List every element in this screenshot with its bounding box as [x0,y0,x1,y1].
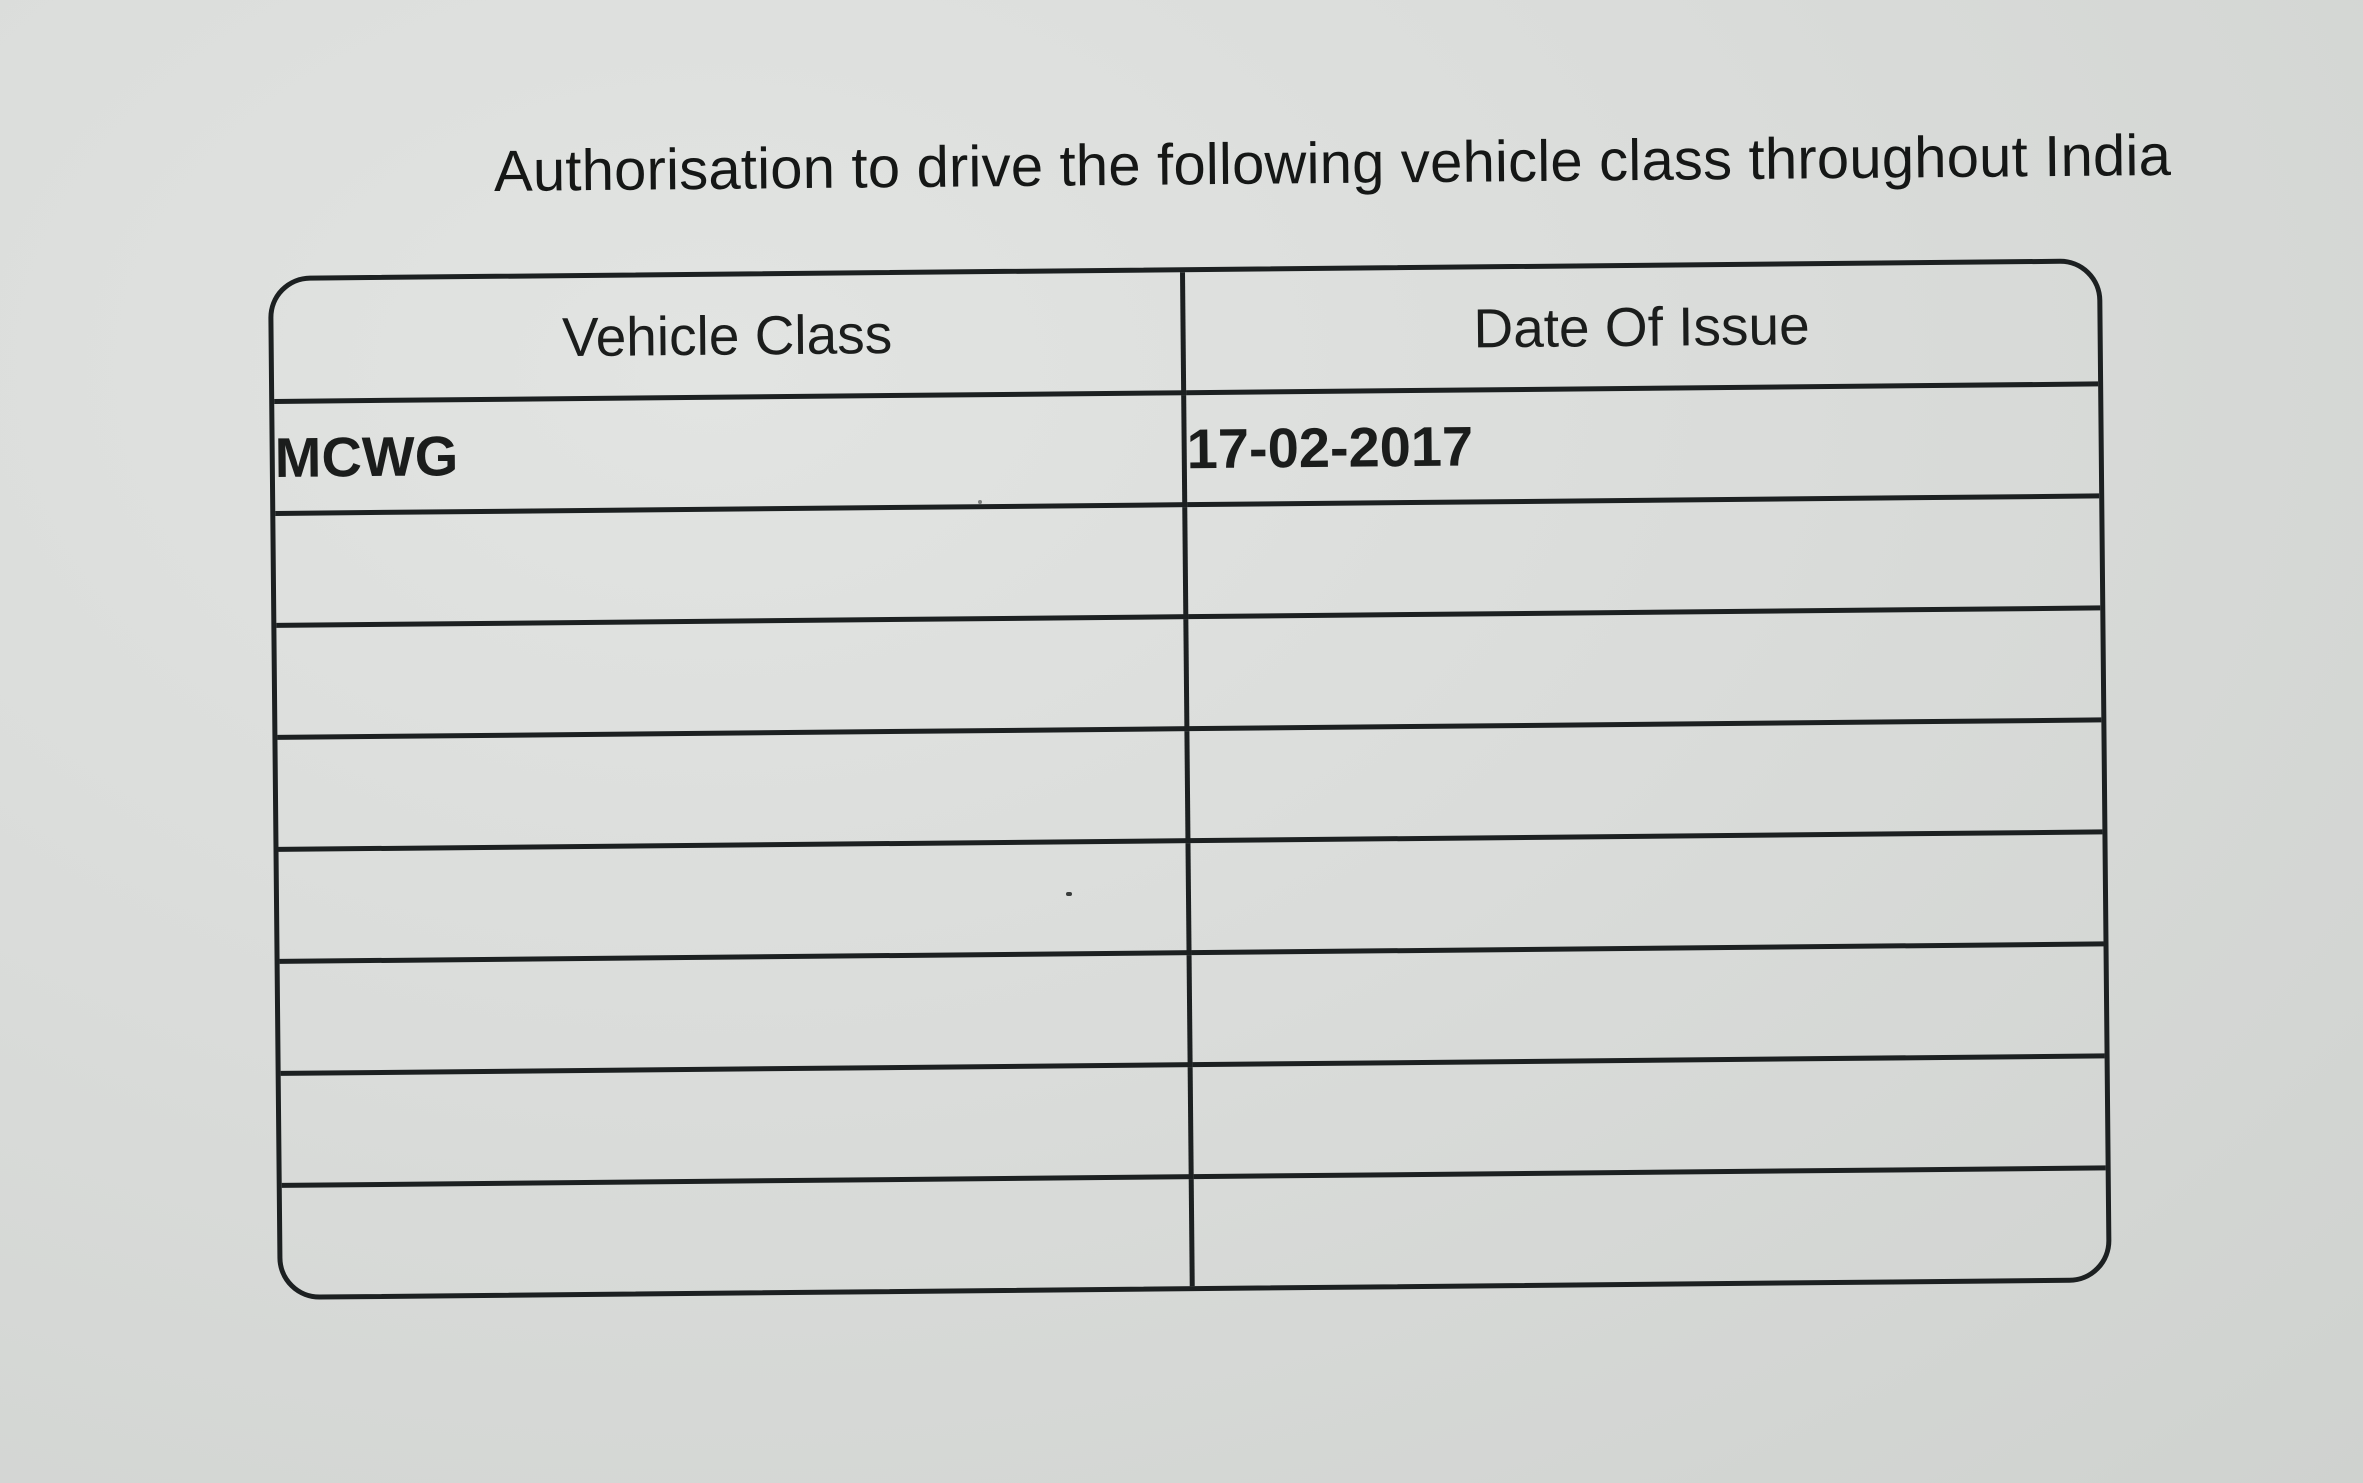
date-of-issue-cell [1189,722,2103,844]
date-of-issue-cell [1187,498,2101,620]
vehicle-class-table: Vehicle Class Date Of Issue MCWG 17-02-2… [268,258,2112,1300]
vehicle-class-cell [277,731,1191,852]
licence-card-back: Authorisation to drive the following veh… [0,0,2363,1483]
authorisation-heading: Authorisation to drive the following veh… [493,122,2172,204]
vehicle-class-cell [278,843,1192,964]
table-header-row: Vehicle Class Date Of Issue [273,263,2099,404]
date-of-issue-cell [1188,610,2102,732]
vehicle-class-table-container: Vehicle Class Date Of Issue MCWG 17-02-2… [268,258,2112,1300]
column-header-date-of-issue: Date Of Issue [1185,263,2099,396]
date-of-issue-cell [1192,1058,2106,1180]
dust-speck [978,500,982,504]
vehicle-class-cell [275,507,1189,628]
date-of-issue-cell [1190,834,2104,956]
table-row [277,722,2103,852]
vehicle-class-cell [276,619,1190,740]
vehicle-class-cell: MCWG [274,395,1188,516]
table-row [281,1170,2107,1295]
table-row [278,834,2104,964]
table-row [275,498,2101,628]
date-of-issue-cell [1191,946,2105,1068]
table-row [279,946,2105,1076]
date-of-issue-cell [1194,1170,2107,1286]
vehicle-class-cell [280,1067,1194,1188]
table-row [276,610,2102,740]
table-row: MCWG 17-02-2017 [274,386,2100,516]
column-header-vehicle-class: Vehicle Class [273,272,1187,404]
vehicle-class-cell [279,955,1193,1076]
vehicle-class-cell [281,1179,1195,1295]
date-of-issue-cell: 17-02-2017 [1186,386,2100,508]
table-row [280,1058,2106,1188]
dust-speck [1066,892,1072,896]
